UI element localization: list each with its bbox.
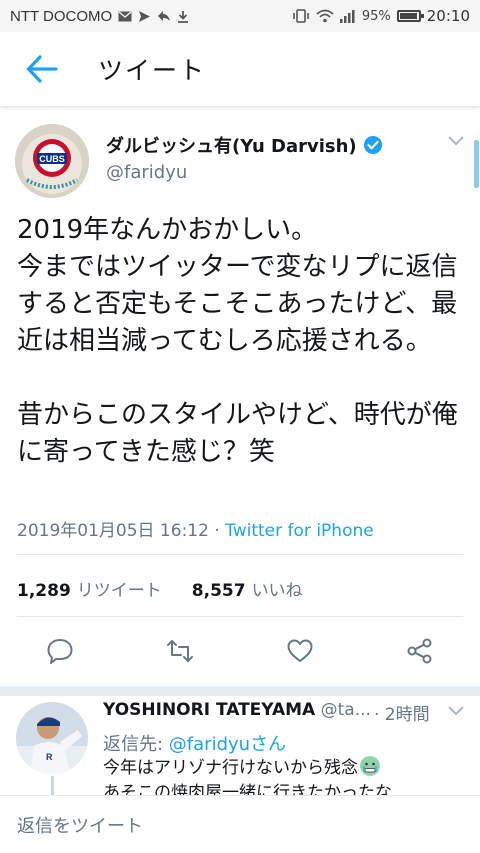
back-button[interactable] — [22, 49, 62, 89]
battery-percent: 95% — [361, 8, 391, 24]
section-separator — [0, 686, 480, 696]
author-name-row: ダルビッシュ有(Yu Darvish) — [106, 132, 383, 158]
message-icon — [139, 10, 151, 22]
like-icon[interactable] — [286, 637, 314, 665]
divider — [17, 554, 463, 555]
tweet-text: 2019年なんかおかしい。 今まではツイッターで変なリプに返信すると否定もそこそ… — [17, 215, 458, 467]
divider — [17, 616, 463, 617]
baseball-player-avatar: R — [16, 702, 88, 774]
chevron-down-icon[interactable] — [448, 136, 464, 146]
cubs-logo-avatar: CUBS — [15, 124, 89, 198]
avatar[interactable]: R — [16, 702, 88, 774]
retweet-count[interactable]: 1,289 — [17, 581, 71, 601]
reply-notification-icon — [158, 11, 171, 21]
avatar[interactable]: CUBS — [15, 124, 89, 198]
share-icon[interactable] — [406, 637, 434, 665]
reply-tweet[interactable]: R YOSHINORI TATEYAMA @ta... · 2時間 返信先: @… — [0, 696, 480, 796]
status-bar: NTT DOCOMO 95% 20:10 — [0, 0, 480, 32]
reply-author-name[interactable]: YOSHINORI TATEYAMA — [103, 700, 315, 720]
tweet-actions — [0, 631, 480, 671]
page-title: ツイート — [98, 56, 207, 85]
reply-compose-bar: 返信をツイート — [0, 795, 480, 853]
reply-to-prefix: 返信先: — [103, 734, 169, 755]
clock: 20:10 — [426, 6, 470, 25]
battery-icon — [396, 10, 424, 22]
wifi-icon — [316, 9, 334, 23]
tweet-timestamp: 2019年01月05日 16:12 — [17, 521, 209, 541]
crying-face-emoji-icon — [360, 756, 380, 776]
tweet-meta: 2019年01月05日 16:12 · Twitter for iPhone — [17, 516, 374, 541]
tweet-stats: 1,289 リツイート 8,557 いいね — [17, 576, 303, 601]
chevron-down-icon[interactable] — [448, 706, 464, 716]
svg-text:R: R — [46, 752, 53, 762]
carrier-name: NTT DOCOMO — [10, 7, 113, 25]
reply-text-line-2: あそこの焼肉屋一緒に行きたかったな — [103, 783, 392, 796]
reply-icon[interactable] — [46, 637, 74, 665]
reply-author-handle[interactable]: @ta... — [321, 700, 371, 720]
download-icon — [178, 10, 189, 23]
app-bar: ツイート — [0, 32, 480, 106]
retweet-label[interactable]: リツイート — [77, 576, 162, 601]
like-count[interactable]: 8,557 — [192, 581, 246, 601]
verified-badge-icon — [363, 136, 382, 154]
author-handle[interactable]: @faridyu — [106, 162, 187, 183]
thread-line — [51, 776, 54, 796]
vibrate-icon — [293, 9, 309, 23]
retweet-icon[interactable] — [166, 637, 194, 665]
svg-text:CUBS: CUBS — [39, 154, 65, 164]
reply-to-mention[interactable]: @faridyuさん — [169, 734, 286, 755]
reply-time: · 2時間 — [372, 700, 430, 725]
reply-text-line-1: 今年はアリゾナ行けないから残念 — [103, 758, 358, 778]
arrow-left-icon — [26, 55, 58, 83]
mail-icon — [118, 10, 132, 21]
tweet-source-link[interactable]: Twitter for iPhone — [225, 521, 374, 541]
display-name[interactable]: ダルビッシュ有(Yu Darvish) — [106, 132, 357, 158]
like-label[interactable]: いいね — [252, 576, 303, 601]
reply-input[interactable]: 返信をツイート — [17, 812, 143, 838]
scroll-indicator — [474, 140, 479, 188]
signal-icon — [339, 9, 355, 23]
meta-separator: · — [208, 521, 226, 541]
reply-text: 今年はアリゾナ行けないから残念 あそこの焼肉屋一緒に行きたかったな — [103, 756, 463, 796]
reply-to-line: 返信先: @faridyuさん — [103, 730, 286, 756]
